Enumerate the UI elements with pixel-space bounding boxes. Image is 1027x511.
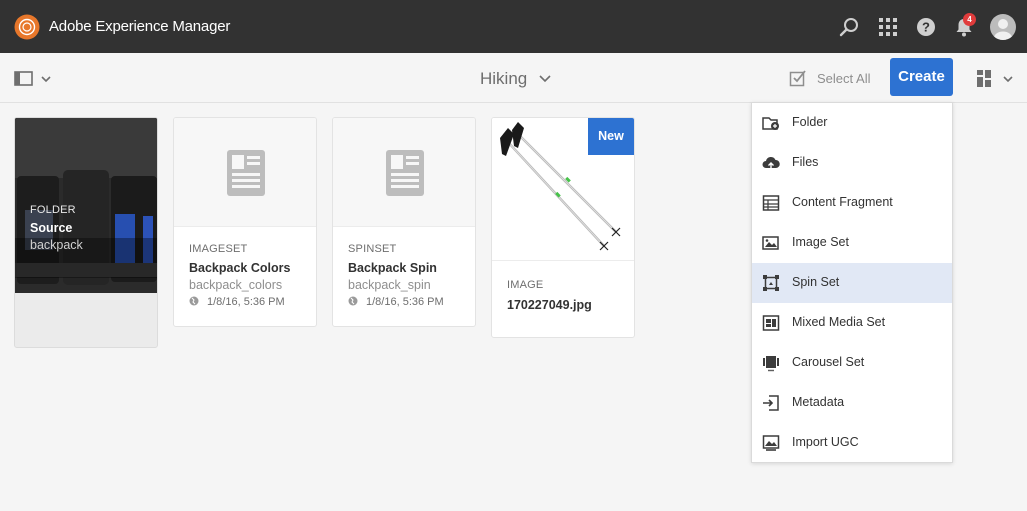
metadata-import-icon — [763, 395, 779, 411]
checkbox-icon — [789, 70, 806, 87]
menu-item-folder[interactable]: Folder — [752, 103, 952, 143]
card-name: backpack — [30, 238, 83, 252]
card-title: Source — [30, 221, 73, 235]
folder-thumbnail: FOLDER Source backpack — [15, 118, 157, 293]
import-ugc-icon — [762, 435, 780, 451]
top-header: Adobe Experience Manager ? 4 — [0, 0, 1027, 53]
card-type: SPINSET — [348, 243, 397, 255]
card-date: 1/8/16, 5:36 PM — [348, 296, 444, 308]
document-icon — [386, 150, 424, 196]
page-title[interactable]: Hiking — [480, 69, 527, 89]
card-date: 1/8/16, 5:36 PM — [189, 296, 285, 308]
view-switcher-icon — [977, 70, 1013, 87]
menu-item-metadata[interactable]: Metadata — [752, 383, 952, 423]
content-fragment-icon — [762, 195, 780, 211]
chevron-down-icon[interactable] — [539, 72, 551, 84]
card-title: Backpack Colors — [189, 261, 291, 275]
carousel-set-icon — [763, 356, 779, 372]
svg-text:?: ? — [922, 20, 930, 35]
help-icon[interactable]: ? — [914, 15, 938, 39]
menu-item-label: Mixed Media Set — [792, 315, 886, 329]
new-badge: New — [588, 118, 634, 155]
menu-item-import-ugc[interactable]: Import UGC — [752, 423, 952, 463]
card-name: backpack_spin — [348, 278, 431, 292]
card-date-text: 1/8/16, 5:36 PM — [366, 296, 444, 308]
app-title[interactable]: Adobe Experience Manager — [49, 18, 230, 35]
card-type: IMAGE — [507, 279, 544, 291]
card-type: FOLDER — [30, 204, 76, 216]
menu-item-mixed-media-set[interactable]: Mixed Media Set — [752, 303, 952, 343]
document-icon — [227, 150, 265, 196]
aem-logo-icon[interactable] — [14, 14, 40, 40]
menu-item-label: Image Set — [792, 235, 849, 249]
menu-item-image-set[interactable]: Image Set — [752, 223, 952, 263]
image-card-170227049[interactable]: New IMAGE 170227049.jpg — [491, 117, 635, 338]
menu-item-label: Content Fragment — [792, 195, 893, 209]
view-switcher-button[interactable] — [977, 70, 1017, 88]
card-date-text: 1/8/16, 5:36 PM — [207, 296, 285, 308]
card-title: 170227049.jpg — [507, 298, 592, 312]
menu-item-label: Metadata — [792, 395, 845, 409]
menu-item-files[interactable]: Files — [752, 143, 952, 183]
menu-item-label: Import UGC — [792, 435, 859, 449]
card-name: backpack_colors — [189, 278, 283, 292]
create-menu: Folder Files Content Fragment Image Set … — [751, 102, 953, 463]
folder-add-icon — [762, 117, 779, 130]
card-type: IMAGESET — [189, 243, 248, 255]
imageset-card-backpack-colors[interactable]: IMAGESET Backpack Colors backpack_colors… — [173, 117, 317, 327]
notification-badge: 4 — [963, 13, 976, 26]
apps-grid-icon[interactable] — [876, 15, 900, 39]
action-bar: Hiking Select All Create — [0, 53, 1027, 103]
card-title: Backpack Spin — [348, 261, 437, 275]
globe-icon — [189, 296, 199, 306]
globe-icon — [348, 296, 358, 306]
menu-item-label: Files — [792, 155, 819, 169]
card-thumbnail: New — [492, 118, 634, 260]
card-thumbnail — [333, 118, 475, 226]
image-set-icon — [762, 236, 779, 250]
folder-card-source[interactable]: FOLDER Source backpack — [14, 117, 158, 348]
mixed-media-set-icon — [762, 315, 780, 331]
menu-item-spin-set[interactable]: Spin Set — [752, 263, 952, 303]
menu-item-label: Folder — [792, 115, 828, 129]
select-all-label: Select All — [817, 71, 871, 86]
select-all-button[interactable]: Select All — [789, 69, 870, 89]
menu-item-label: Carousel Set — [792, 355, 865, 369]
create-button[interactable]: Create — [890, 58, 953, 96]
rail-toggle-icon — [14, 71, 51, 86]
menu-item-label: Spin Set — [792, 275, 840, 289]
user-avatar[interactable] — [990, 14, 1016, 40]
menu-item-carousel-set[interactable]: Carousel Set — [752, 343, 952, 383]
user-icon — [993, 19, 1013, 40]
rail-toggle-button[interactable] — [14, 70, 54, 88]
menu-item-content-fragment[interactable]: Content Fragment — [752, 183, 952, 223]
search-icon[interactable] — [837, 15, 861, 39]
card-thumbnail — [174, 118, 316, 226]
spin-set-icon — [763, 275, 779, 291]
upload-cloud-icon — [762, 156, 780, 169]
spinset-card-backpack-spin[interactable]: SPINSET Backpack Spin backpack_spin 1/8/… — [332, 117, 476, 327]
